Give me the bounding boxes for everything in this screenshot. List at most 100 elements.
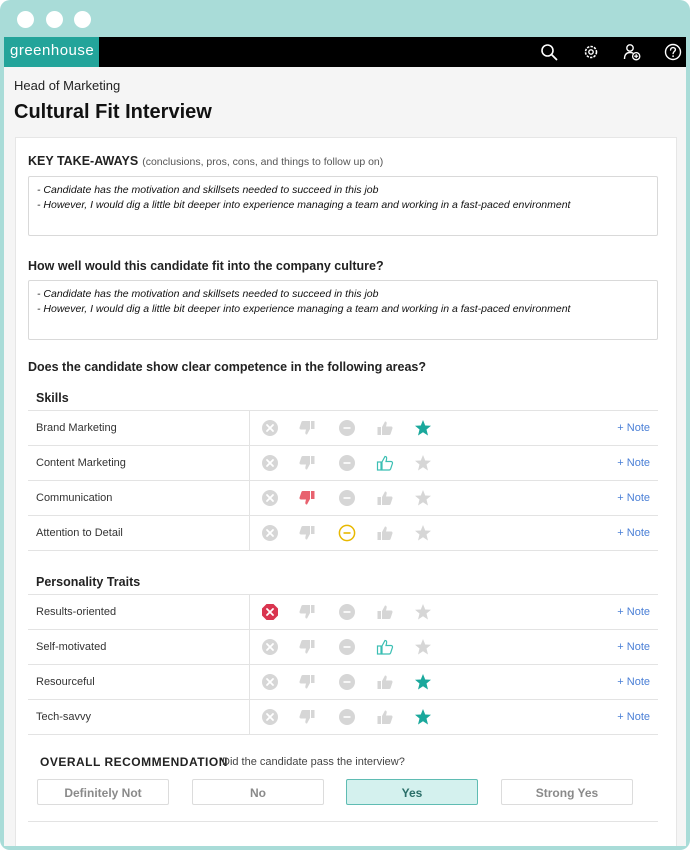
personality-table: Results-oriented + Note Self-motivated + No… <box>28 594 658 735</box>
definitely-not-button[interactable]: Definitely Not <box>37 779 169 805</box>
definitely-not-icon[interactable] <box>261 603 279 621</box>
star-icon[interactable] <box>414 708 432 726</box>
thumbs-up-icon[interactable] <box>376 489 394 507</box>
thumbs-down-icon[interactable] <box>298 454 316 472</box>
takeaways-line: - However, I would dig a little bit deep… <box>37 199 571 211</box>
add-note-link[interactable]: + Note <box>617 446 650 480</box>
gear-icon[interactable] <box>582 43 600 61</box>
overall-recommendation-label: OVERALL RECOMMENDATION <box>40 755 228 769</box>
takeaways-label: KEY TAKE-AWAYS (conclusions, pros, cons, … <box>28 154 383 168</box>
takeaways-title: KEY TAKE-AWAYS <box>28 154 139 168</box>
thumbs-down-icon[interactable] <box>298 673 316 691</box>
rating-row: Brand Marketing + Note <box>28 411 658 446</box>
scorecard-card: KEY TAKE-AWAYS (conclusions, pros, cons, … <box>15 137 677 846</box>
definitely-not-icon[interactable] <box>261 489 279 507</box>
takeaways-line: - Candidate has the motivation and skill… <box>37 184 379 196</box>
section-title-skills: Skills <box>36 391 69 405</box>
column-divider <box>249 595 250 629</box>
star-icon[interactable] <box>414 489 432 507</box>
rating-row-label: Resourceful <box>36 676 95 688</box>
culture-fit-line: - Candidate has the motivation and skill… <box>37 288 379 300</box>
overall-recommendation-question: Did the candidate pass the interview? <box>222 756 405 768</box>
star-icon[interactable] <box>414 673 432 691</box>
page-title: Cultural Fit Interview <box>14 101 212 123</box>
add-note-link[interactable]: + Note <box>617 595 650 629</box>
section-title-personality: Personality Traits <box>36 575 141 589</box>
window-dot-2 <box>46 11 63 28</box>
search-icon[interactable] <box>540 43 558 61</box>
rating-row: Communication + Note <box>28 481 658 516</box>
rating-row: Content Marketing + Note <box>28 446 658 481</box>
definitely-not-icon[interactable] <box>261 673 279 691</box>
app-window: greenhouse Head of Marketing Cultural Fi… <box>4 37 686 846</box>
thumbs-down-icon[interactable] <box>298 524 316 542</box>
add-note-link[interactable]: + Note <box>617 411 650 445</box>
neutral-icon[interactable] <box>338 603 356 621</box>
definitely-not-icon[interactable] <box>261 454 279 472</box>
rating-row: Results-oriented + Note <box>28 595 658 630</box>
neutral-icon[interactable] <box>338 489 356 507</box>
thumbs-up-icon[interactable] <box>376 708 394 726</box>
add-user-icon[interactable] <box>623 43 641 61</box>
star-icon[interactable] <box>414 524 432 542</box>
job-title: Head of Marketing <box>14 78 121 93</box>
scorecard-page: Head of Marketing Cultural Fit Interview… <box>4 67 686 846</box>
greenhouse-logo[interactable]: greenhouse <box>4 37 99 67</box>
rating-row: Self-motivated + Note <box>28 630 658 665</box>
neutral-icon[interactable] <box>338 454 356 472</box>
rating-row-label: Communication <box>36 492 113 504</box>
column-divider <box>249 516 250 550</box>
neutral-icon[interactable] <box>338 524 356 542</box>
top-nav-bar: greenhouse <box>4 37 686 67</box>
thumbs-up-icon[interactable] <box>376 603 394 621</box>
neutral-icon[interactable] <box>338 638 356 656</box>
neutral-icon[interactable] <box>338 419 356 437</box>
takeaways-textarea[interactable]: - Candidate has the motivation and skill… <box>28 176 658 236</box>
window-dot-1 <box>17 11 34 28</box>
yes-button[interactable]: Yes <box>346 779 478 805</box>
thumbs-up-icon[interactable] <box>376 454 394 472</box>
competence-question: Does the candidate show clear competence… <box>28 360 427 374</box>
thumbs-down-icon[interactable] <box>298 638 316 656</box>
no-button[interactable]: No <box>192 779 324 805</box>
neutral-icon[interactable] <box>338 673 356 691</box>
rating-row-label: Attention to Detail <box>36 527 123 539</box>
add-note-link[interactable]: + Note <box>617 700 650 734</box>
thumbs-down-icon[interactable] <box>298 419 316 437</box>
rating-row-label: Self-motivated <box>36 641 107 653</box>
definitely-not-icon[interactable] <box>261 708 279 726</box>
help-icon[interactable] <box>664 43 682 61</box>
definitely-not-icon[interactable] <box>261 419 279 437</box>
culture-fit-question: How well would this candidate fit into t… <box>28 259 384 273</box>
star-icon[interactable] <box>414 638 432 656</box>
thumbs-up-icon[interactable] <box>376 524 394 542</box>
add-note-link[interactable]: + Note <box>617 630 650 664</box>
browser-frame: greenhouse Head of Marketing Cultural Fi… <box>0 0 690 850</box>
culture-fit-line: - However, I would dig a little bit deep… <box>37 303 571 315</box>
neutral-icon[interactable] <box>338 708 356 726</box>
rating-row: Attention to Detail + Note <box>28 516 658 551</box>
thumbs-down-icon[interactable] <box>298 603 316 621</box>
culture-fit-textarea[interactable]: - Candidate has the motivation and skill… <box>28 280 658 340</box>
thumbs-up-icon[interactable] <box>376 673 394 691</box>
column-divider <box>249 411 250 445</box>
rating-row-label: Content Marketing <box>36 457 126 469</box>
thumbs-down-icon[interactable] <box>298 708 316 726</box>
thumbs-up-icon[interactable] <box>376 638 394 656</box>
definitely-not-icon[interactable] <box>261 524 279 542</box>
thumbs-down-icon[interactable] <box>298 489 316 507</box>
rating-row-label: Tech-savvy <box>36 711 92 723</box>
column-divider <box>249 481 250 515</box>
definitely-not-icon[interactable] <box>261 638 279 656</box>
strong-yes-button[interactable]: Strong Yes <box>501 779 633 805</box>
add-note-link[interactable]: + Note <box>617 481 650 515</box>
star-icon[interactable] <box>414 603 432 621</box>
thumbs-up-icon[interactable] <box>376 419 394 437</box>
add-note-link[interactable]: + Note <box>617 665 650 699</box>
star-icon[interactable] <box>414 454 432 472</box>
divider <box>28 821 658 822</box>
star-icon[interactable] <box>414 419 432 437</box>
window-dot-3 <box>74 11 91 28</box>
add-note-link[interactable]: + Note <box>617 516 650 550</box>
rating-row-label: Results-oriented <box>36 606 117 618</box>
